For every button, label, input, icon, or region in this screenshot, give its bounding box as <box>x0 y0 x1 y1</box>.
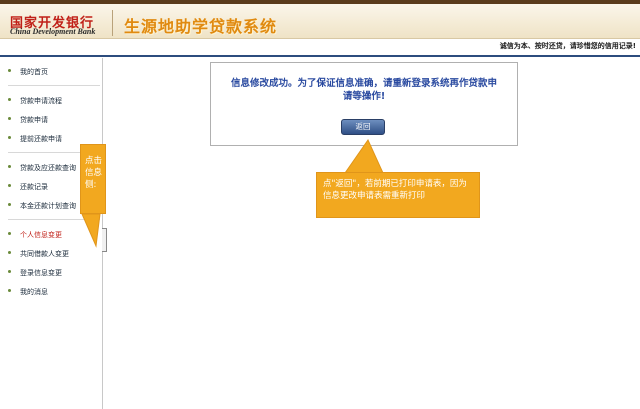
callout-side-pointer <box>81 213 101 248</box>
callout-side-hint: 点击 信息 侧: <box>80 144 106 214</box>
callout-side-line-1: 点击 <box>85 156 103 166</box>
callout-back-hint: 点"返回"，若前期已打印申请表，因为信息更改申请表需重新打印 <box>316 172 480 218</box>
callout-side-line-2: 信息 <box>85 168 103 178</box>
callout-main-pointer <box>344 138 384 174</box>
callout-side-line-3: 侧: <box>85 180 97 190</box>
page: 国家开发银行 China Development Bank 生源地助学贷款系统 … <box>0 0 640 409</box>
